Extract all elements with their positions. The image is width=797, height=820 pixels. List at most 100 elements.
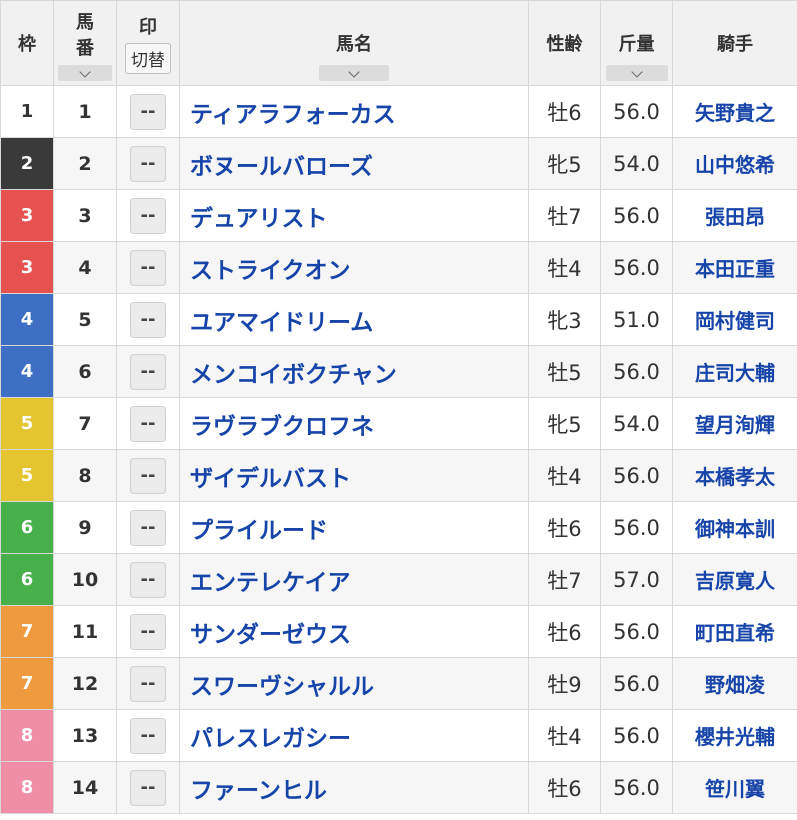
- mark-select-button[interactable]: --: [130, 457, 166, 494]
- waku-number: 3: [20, 257, 34, 278]
- umaban-cell: 10: [53, 553, 117, 606]
- horse-name-link[interactable]: パレスレガシー: [190, 726, 351, 752]
- table-row: 7 11 -- サンダーゼウス 牡6 56.0 町田直希: [0, 605, 797, 658]
- waku-cell: 3: [0, 189, 54, 242]
- mark-select-button[interactable]: --: [130, 509, 166, 546]
- weight-value: 56.0: [613, 255, 660, 280]
- umaban-cell: 4: [53, 241, 117, 294]
- mark-toggle-button[interactable]: 切替: [125, 42, 171, 74]
- mark-select-button[interactable]: --: [130, 145, 166, 182]
- horse-name-link[interactable]: ラヴラブクロフネ: [190, 414, 374, 440]
- sex-age-cell: 牡9: [528, 657, 601, 710]
- umaban-sort-button[interactable]: [58, 65, 112, 81]
- waku-number: 4: [20, 361, 34, 382]
- jockey-link[interactable]: 矢野貴之: [695, 101, 775, 125]
- horse-name-cell: サンダーゼウス: [179, 605, 529, 658]
- horse-name-cell: スワーヴシャルル: [179, 657, 529, 710]
- horse-name-link[interactable]: ファーンヒル: [190, 778, 327, 804]
- weight-header[interactable]: 斤量: [600, 0, 673, 86]
- mark-select-button[interactable]: --: [130, 301, 166, 338]
- mark-select-button[interactable]: --: [130, 613, 166, 650]
- horse-name-link[interactable]: デュアリスト: [190, 206, 328, 232]
- horse-name-link[interactable]: ザイデルバスト: [190, 466, 351, 492]
- horse-name-link[interactable]: ストライクオン: [190, 258, 351, 284]
- jockey-link[interactable]: 笹川翼: [705, 777, 765, 801]
- jockey-link[interactable]: 山中悠希: [695, 153, 775, 177]
- weight-sort-button[interactable]: [605, 65, 668, 81]
- jockey-link[interactable]: 町田直希: [695, 621, 775, 645]
- jockey-link[interactable]: 櫻井光輔: [695, 725, 775, 749]
- sex-age-cell: 牡6: [528, 761, 601, 814]
- mark-select-button[interactable]: --: [130, 93, 166, 130]
- umaban-number: 5: [78, 308, 92, 331]
- mark-select-button[interactable]: --: [130, 249, 166, 286]
- sexage-header-label: 性齢: [546, 34, 583, 55]
- mark-cell: --: [116, 605, 180, 658]
- weight-value: 56.0: [613, 619, 660, 644]
- mark-select-button[interactable]: --: [130, 405, 166, 442]
- umaban-number: 2: [78, 152, 92, 175]
- mark-select-button[interactable]: --: [130, 769, 166, 806]
- horse-name-cell: パレスレガシー: [179, 709, 529, 762]
- horse-name-link[interactable]: ユアマイドリーム: [190, 310, 373, 336]
- jockey-link[interactable]: 岡村健司: [695, 309, 775, 333]
- table-row: 2 2 -- ボヌールバローズ 牝5 54.0 山中悠希: [0, 137, 797, 190]
- umaban-cell: 12: [53, 657, 117, 710]
- umaban-cell: 13: [53, 709, 117, 762]
- jockey-link[interactable]: 望月洵輝: [695, 413, 775, 437]
- table-row: 5 7 -- ラヴラブクロフネ 牝5 54.0 望月洵輝: [0, 397, 797, 450]
- table-row: 6 9 -- プライルード 牡6 56.0 御神本訓: [0, 501, 797, 554]
- mark-select-button[interactable]: --: [130, 353, 166, 390]
- weight-cell: 56.0: [600, 605, 673, 658]
- mark-cell: --: [116, 293, 180, 346]
- horse-name-link[interactable]: ティアラフォーカス: [190, 102, 396, 128]
- horse-name-link[interactable]: スワーヴシャルル: [190, 674, 374, 700]
- mark-cell: --: [116, 709, 180, 762]
- umaban-cell: 14: [53, 761, 117, 814]
- sex-age-cell: 牝3: [528, 293, 601, 346]
- waku-cell: 7: [0, 657, 54, 710]
- sex-age-value: 牡6: [547, 516, 582, 541]
- jockey-cell: 本田正重: [672, 241, 797, 294]
- mark-select-button[interactable]: --: [130, 717, 166, 754]
- waku-cell: 5: [0, 397, 54, 450]
- mark-select-button[interactable]: --: [130, 561, 166, 598]
- jockey-link[interactable]: 本橋孝太: [695, 465, 775, 489]
- mark-cell: --: [116, 241, 180, 294]
- umaban-number: 4: [78, 256, 92, 279]
- table-header-row: 枠 馬 番 印 切替 馬名 性齢 斤量 騎手: [0, 0, 797, 86]
- horse-name-link[interactable]: プライルード: [190, 518, 328, 544]
- mark-select-button[interactable]: --: [130, 197, 166, 234]
- waku-cell: 6: [0, 553, 54, 606]
- name-header[interactable]: 馬名: [179, 0, 529, 86]
- horse-name-link[interactable]: ボヌールバローズ: [190, 154, 373, 180]
- umaban-cell: 3: [53, 189, 117, 242]
- name-sort-button[interactable]: [319, 65, 389, 81]
- sex-age-cell: 牡4: [528, 709, 601, 762]
- weight-cell: 56.0: [600, 241, 673, 294]
- jockey-link[interactable]: 野畑凌: [705, 673, 765, 697]
- sex-age-value: 牡7: [547, 204, 582, 229]
- weight-cell: 56.0: [600, 709, 673, 762]
- weight-cell: 56.0: [600, 345, 673, 398]
- table-row: 7 12 -- スワーヴシャルル 牡9 56.0 野畑凌: [0, 657, 797, 710]
- sex-age-value: 牡6: [547, 620, 582, 645]
- jockey-link[interactable]: 庄司大輔: [695, 361, 775, 385]
- jockey-link[interactable]: 張田昂: [705, 205, 765, 229]
- weight-value: 56.0: [613, 671, 660, 696]
- waku-number: 2: [20, 153, 34, 174]
- jockey-link[interactable]: 吉原寛人: [695, 569, 775, 593]
- umaban-number: 13: [71, 724, 99, 747]
- sex-age-value: 牡4: [547, 256, 582, 281]
- jockey-cell: 山中悠希: [672, 137, 797, 190]
- horse-name-link[interactable]: サンダーゼウス: [190, 622, 351, 648]
- weight-cell: 56.0: [600, 189, 673, 242]
- jockey-link[interactable]: 御神本訓: [695, 517, 775, 541]
- horse-name-link[interactable]: メンコイボクチャン: [190, 362, 397, 388]
- mark-cell: --: [116, 85, 180, 138]
- jockey-link[interactable]: 本田正重: [695, 257, 775, 281]
- horse-name-link[interactable]: エンテレケイア: [190, 570, 351, 596]
- umaban-header[interactable]: 馬 番: [53, 0, 117, 86]
- jockey-header: 騎手: [672, 0, 797, 86]
- mark-select-button[interactable]: --: [130, 665, 166, 702]
